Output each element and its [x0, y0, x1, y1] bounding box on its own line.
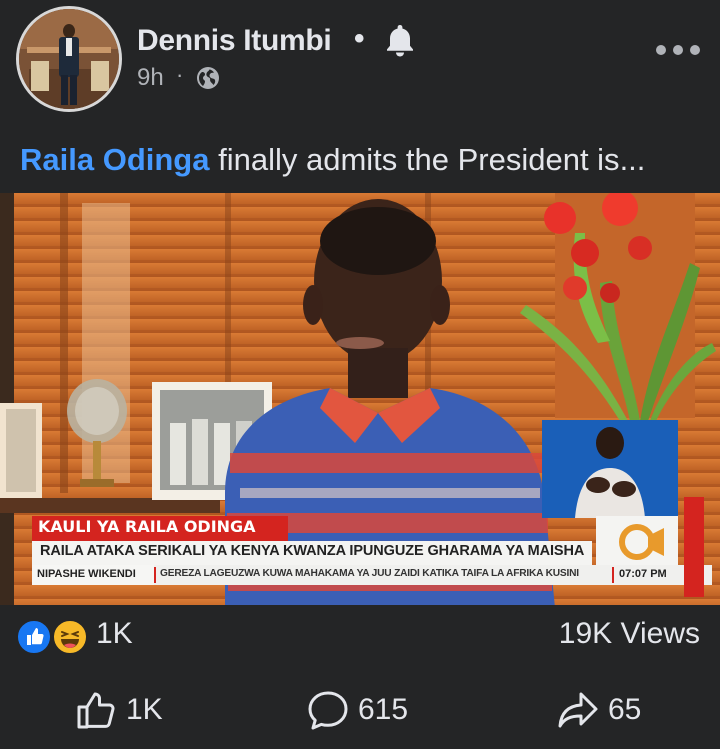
share-count: 65 — [608, 693, 642, 726]
thumbs-up-icon — [77, 692, 115, 729]
video-player[interactable]: KAULI YA RAILA ODINGA RAILA ATAKA SERIKA… — [0, 193, 720, 605]
caption-mention-link[interactable]: Raila Odinga — [20, 142, 209, 177]
comment-bubble-icon — [308, 691, 348, 730]
follow-separator: • — [354, 22, 365, 55]
program-name: NIPASHE WIKENDI — [37, 568, 136, 580]
views-count: 19K Views — [558, 617, 700, 650]
more-dot-icon — [656, 45, 666, 55]
author-name[interactable]: Dennis Itumbi — [137, 24, 332, 58]
like-button[interactable]: 1K — [74, 680, 163, 740]
comment-button[interactable]: 615 — [306, 680, 408, 740]
post-caption[interactable]: Raila Odinga finally admits the Presiden… — [20, 142, 645, 178]
globe-icon — [197, 67, 219, 89]
lower-third-subtitle: RAILA ATAKA SERIKALI YA KENYA KWANZA IPU… — [40, 543, 585, 559]
broadcast-clock: 07:07 PM — [619, 568, 667, 580]
post-time[interactable]: 9h — [137, 64, 164, 92]
meta-separator: · — [176, 62, 184, 87]
more-options-button[interactable] — [656, 40, 700, 60]
more-dot-icon — [690, 45, 700, 55]
haha-reaction-icon — [52, 619, 88, 655]
see-more-ellipsis[interactable]: ... — [620, 142, 646, 177]
author-avatar[interactable] — [16, 6, 122, 112]
reaction-count[interactable]: 1K — [96, 617, 133, 651]
like-reaction-icon — [16, 619, 52, 655]
share-arrow-icon — [558, 692, 598, 728]
bell-icon[interactable] — [382, 22, 418, 58]
share-button[interactable]: 65 — [556, 680, 641, 740]
more-dot-icon — [673, 45, 683, 55]
like-count: 1K — [126, 693, 163, 726]
news-ticker: GEREZA LAGEUZWA KUWA MAHAKAMA YA JUU ZAI… — [160, 568, 579, 579]
post-header: Dennis Itumbi • 9h · — [0, 0, 720, 120]
caption-text: finally admits the President is — [209, 142, 620, 177]
comment-count: 615 — [358, 693, 409, 726]
post-action-bar: 1K 615 65 — [0, 680, 720, 740]
lower-third-title: KAULI YA RAILA ODINGA — [38, 517, 256, 536]
